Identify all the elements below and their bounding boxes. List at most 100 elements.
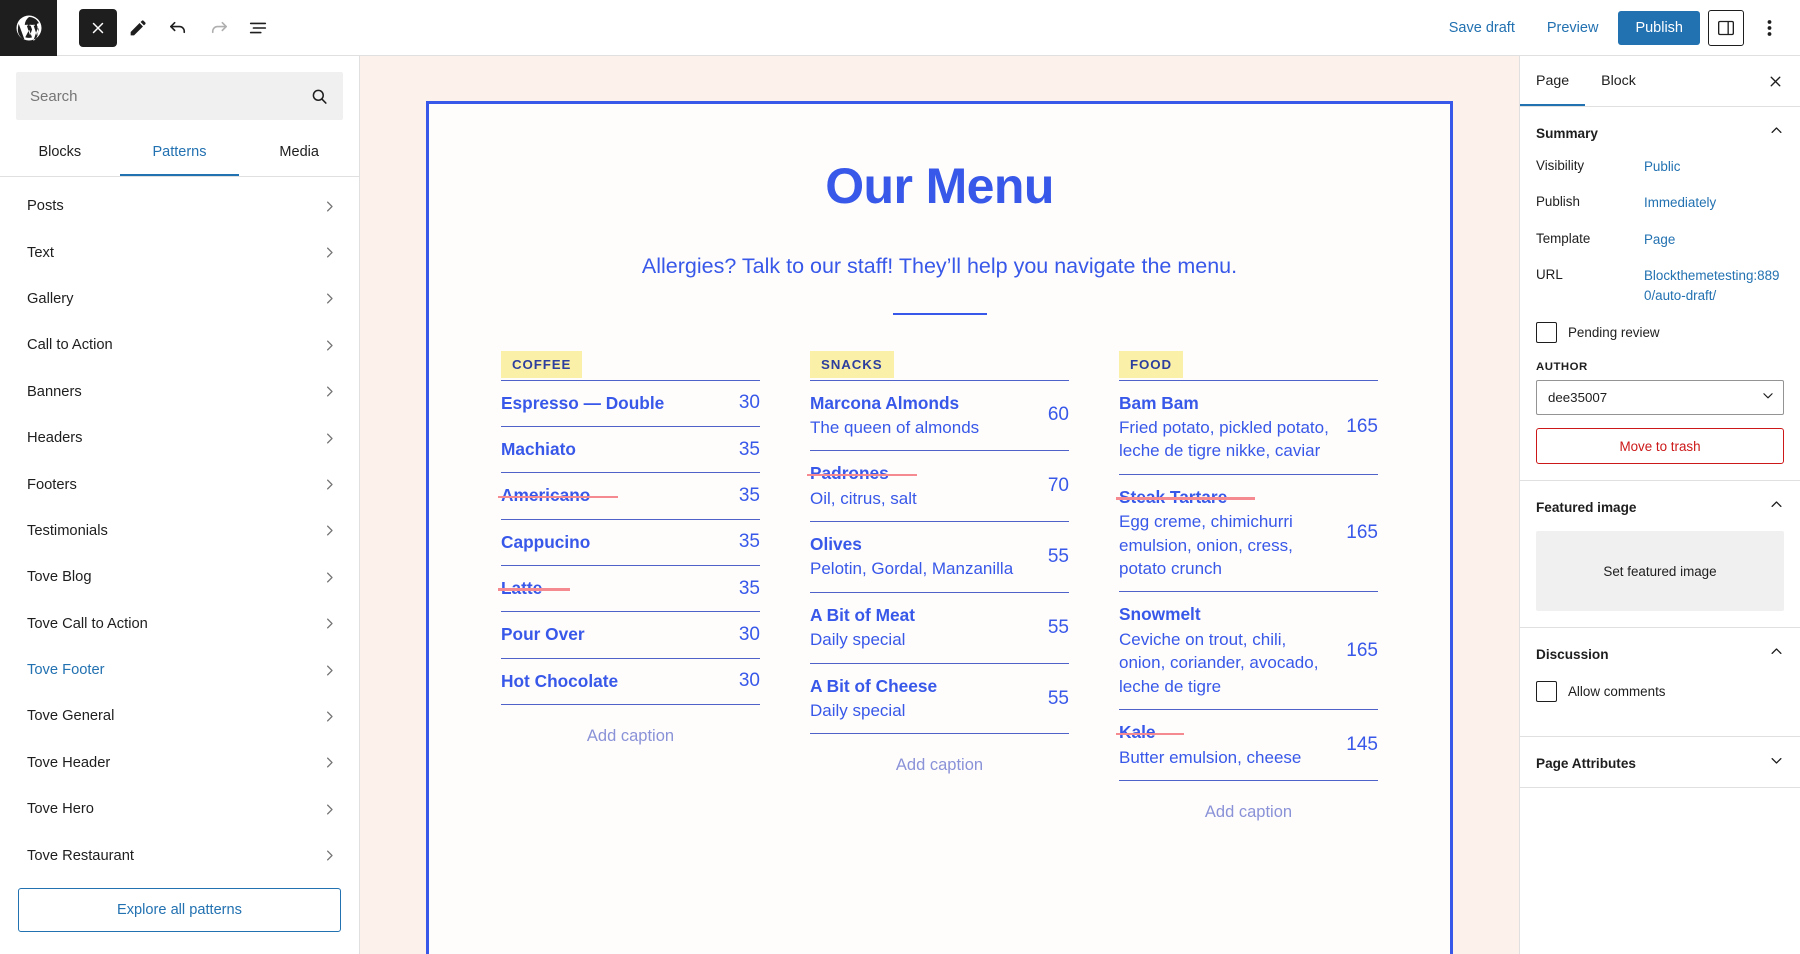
- sidebar-item-text[interactable]: Text: [0, 229, 359, 275]
- menu-item[interactable]: Latte 35: [501, 564, 760, 611]
- menu-item[interactable]: Padrones Oil, citrus, salt 70: [810, 450, 1069, 521]
- menu-item-price[interactable]: 35: [739, 531, 760, 553]
- menu-item-name[interactable]: Latte: [501, 578, 542, 598]
- undo-icon[interactable]: Undo: [159, 9, 197, 47]
- editor-canvas[interactable]: Our Menu Allergies? Talk to our staff! T…: [360, 56, 1519, 954]
- close-icon[interactable]: Close Settings: [1759, 65, 1791, 97]
- wordpress-logo-icon[interactable]: [0, 0, 57, 56]
- sidebar-item-call-to-action[interactable]: Call to Action: [0, 322, 359, 368]
- menu-item[interactable]: Espresso — Double 30: [501, 379, 760, 426]
- move-to-trash-button[interactable]: Move to trash: [1536, 428, 1784, 465]
- menu-item-price[interactable]: 165: [1346, 416, 1378, 438]
- menu-item-name[interactable]: Padrones: [810, 463, 889, 483]
- menu-item-description[interactable]: The queen of almonds: [810, 416, 1038, 439]
- menu-item-name[interactable]: Pour Over: [501, 624, 585, 644]
- menu-item-description[interactable]: Butter emulsion, cheese: [1119, 746, 1336, 769]
- menu-item-price[interactable]: 35: [739, 439, 760, 461]
- add-caption[interactable]: Add caption: [810, 734, 1069, 775]
- edit-pencil-icon[interactable]: Edit: [119, 9, 157, 47]
- menu-item-description[interactable]: Egg creme, chimichurri emulsion, onion, …: [1119, 510, 1336, 580]
- page-subtitle[interactable]: Allergies? Talk to our staff! They’ll he…: [491, 254, 1388, 279]
- menu-item-description[interactable]: Daily special: [810, 628, 1038, 651]
- visibility-value[interactable]: Public: [1644, 157, 1784, 176]
- menu-item-name[interactable]: Kale: [1119, 722, 1156, 742]
- menu-item-name[interactable]: Cappucino: [501, 532, 590, 552]
- url-value[interactable]: Blockthemetesting:8890/auto-draft/: [1644, 266, 1784, 305]
- redo-icon[interactable]: Redo: [199, 9, 237, 47]
- sidebar-item-footers[interactable]: Footers: [0, 461, 359, 507]
- menu-item-price[interactable]: 145: [1346, 734, 1378, 756]
- pending-review-checkbox[interactable]: [1536, 322, 1557, 344]
- menu-item-price[interactable]: 55: [1048, 688, 1069, 710]
- author-select[interactable]: dee35007: [1536, 380, 1784, 416]
- search-input[interactable]: [16, 87, 310, 105]
- menu-item-price[interactable]: 55: [1048, 617, 1069, 639]
- add-caption[interactable]: Add caption: [501, 705, 760, 746]
- column-label[interactable]: FOOD: [1119, 350, 1184, 378]
- tab-patterns[interactable]: Patterns: [119, 130, 240, 176]
- menu-item[interactable]: Kale Butter emulsion, cheese 145: [1119, 709, 1378, 781]
- settings-sidebar-icon[interactable]: Settings: [1708, 9, 1744, 46]
- menu-item-price[interactable]: 55: [1048, 546, 1069, 568]
- panel-summary-header[interactable]: Summary: [1520, 107, 1800, 157]
- menu-item-price[interactable]: 70: [1048, 475, 1069, 497]
- menu-item-name[interactable]: Steak Tartare: [1119, 487, 1227, 507]
- menu-item-name[interactable]: Snowmelt: [1119, 604, 1201, 624]
- menu-item-name[interactable]: A Bit of Cheese: [810, 676, 937, 696]
- menu-item[interactable]: A Bit of Meat Daily special 55: [810, 591, 1069, 663]
- menu-item-price[interactable]: 30: [739, 624, 760, 646]
- menu-item[interactable]: Steak Tartare Egg creme, chimichurri emu…: [1119, 473, 1378, 592]
- menu-item[interactable]: Marcona Almonds The queen of almonds 60: [810, 379, 1069, 451]
- column-label[interactable]: SNACKS: [810, 350, 894, 378]
- sidebar-item-posts[interactable]: Posts: [0, 183, 359, 229]
- sidebar-item-tove-call-to-action[interactable]: Tove Call to Action: [0, 601, 359, 647]
- tab-media[interactable]: Media: [239, 130, 359, 176]
- sidebar-item-tove-footer[interactable]: Tove Footer: [0, 647, 359, 693]
- allow-comments-checkbox[interactable]: [1536, 681, 1557, 703]
- menu-item-name[interactable]: Marcona Almonds: [810, 393, 959, 413]
- menu-item-description[interactable]: Oil, citrus, salt: [810, 487, 1038, 510]
- menu-item-name[interactable]: Espresso — Double: [501, 393, 664, 413]
- menu-item-description[interactable]: Fried potato, pickled potato, leche de t…: [1119, 416, 1336, 463]
- page-title[interactable]: Our Menu: [491, 159, 1388, 214]
- menu-item-description[interactable]: Ceviche on trout, chili, onion, coriande…: [1119, 628, 1336, 698]
- save-draft-button[interactable]: Save draft: [1437, 12, 1527, 44]
- page-document[interactable]: Our Menu Allergies? Talk to our staff! T…: [426, 101, 1453, 954]
- column-label[interactable]: COFFEE: [501, 350, 583, 378]
- panel-page-attributes-header[interactable]: Page Attributes: [1520, 737, 1800, 787]
- menu-item-price[interactable]: 35: [739, 485, 760, 507]
- sidebar-item-tove-blog[interactable]: Tove Blog: [0, 554, 359, 600]
- menu-item-price[interactable]: 60: [1048, 404, 1069, 426]
- allow-comments-row[interactable]: Allow comments: [1536, 681, 1784, 703]
- menu-item[interactable]: Bam Bam Fried potato, pickled potato, le…: [1119, 379, 1378, 474]
- template-value[interactable]: Page: [1644, 230, 1784, 249]
- menu-item-name[interactable]: Olives: [810, 534, 862, 554]
- menu-item[interactable]: Snowmelt Ceviche on trout, chili, onion,…: [1119, 591, 1378, 709]
- menu-item-price[interactable]: 35: [739, 578, 760, 600]
- search-box[interactable]: [16, 72, 343, 120]
- set-featured-image-button[interactable]: Set featured image: [1536, 531, 1784, 612]
- sidebar-item-tove-restaurant[interactable]: Tove Restaurant: [0, 832, 359, 876]
- menu-item-description[interactable]: Pelotin, Gordal, Manzanilla: [810, 557, 1038, 580]
- add-caption[interactable]: Add caption: [1119, 781, 1378, 822]
- sidebar-item-testimonials[interactable]: Testimonials: [0, 508, 359, 554]
- menu-item[interactable]: Pour Over 30: [501, 611, 760, 657]
- menu-item-name[interactable]: Americano: [501, 485, 590, 505]
- menu-item-description[interactable]: Daily special: [810, 699, 1038, 722]
- panel-featured-image-header[interactable]: Featured image: [1520, 481, 1800, 531]
- sidebar-item-tove-general[interactable]: Tove General: [0, 693, 359, 739]
- menu-item[interactable]: Machiato 35: [501, 425, 760, 472]
- sidebar-item-tove-header[interactable]: Tove Header: [0, 740, 359, 786]
- menu-item-name[interactable]: A Bit of Meat: [810, 605, 915, 625]
- menu-item[interactable]: Cappucino 35: [501, 518, 760, 565]
- preview-button[interactable]: Preview: [1535, 12, 1611, 44]
- menu-item-price[interactable]: 30: [739, 392, 760, 414]
- menu-item[interactable]: Hot Chocolate 30: [501, 657, 760, 705]
- sidebar-item-headers[interactable]: Headers: [0, 415, 359, 461]
- menu-item-price[interactable]: 165: [1346, 640, 1378, 662]
- publish-button[interactable]: Publish: [1618, 10, 1700, 45]
- explore-all-patterns-button[interactable]: Explore all patterns: [18, 888, 341, 932]
- menu-item[interactable]: Americano 35: [501, 472, 760, 518]
- menu-item-name[interactable]: Hot Chocolate: [501, 671, 618, 691]
- menu-item-name[interactable]: Machiato: [501, 439, 576, 459]
